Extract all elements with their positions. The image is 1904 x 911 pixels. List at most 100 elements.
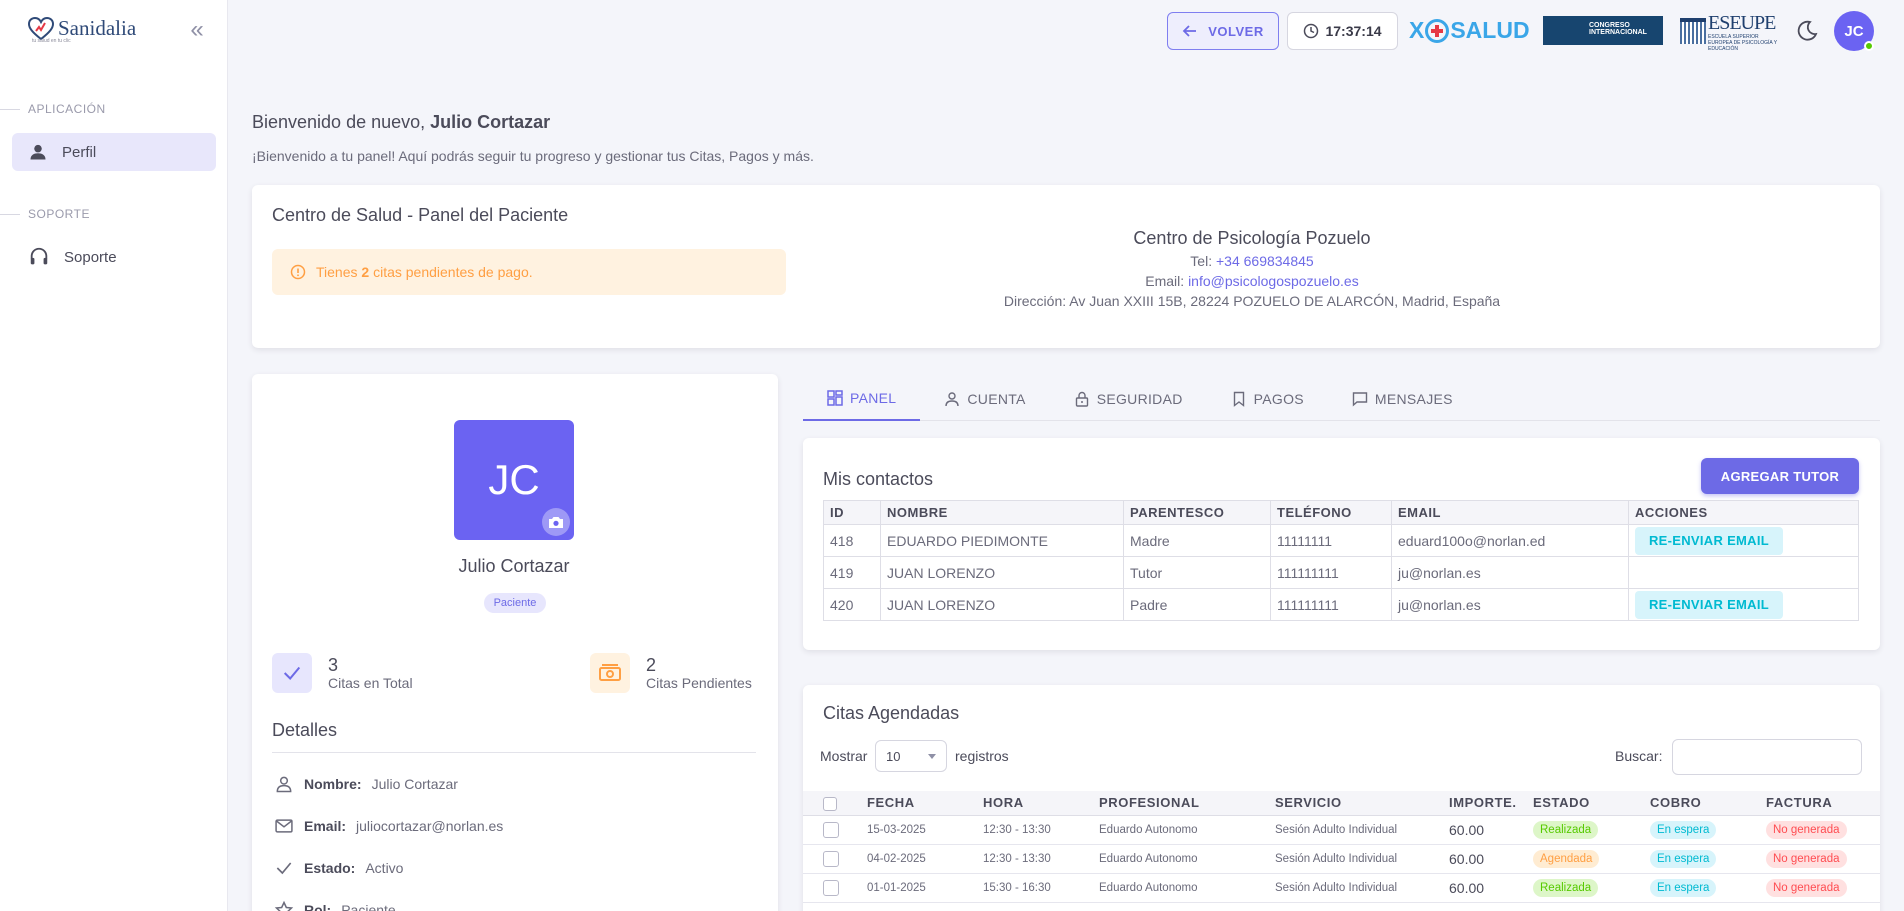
detail-value: juliocortazar@norlan.es — [356, 818, 504, 834]
page-size-select[interactable]: 10 — [875, 740, 947, 772]
tab-seguridad[interactable]: SEGURIDAD — [1050, 376, 1207, 421]
user-outline-icon — [276, 776, 292, 793]
center-email: Email: info@psicologospozuelo.es — [1145, 273, 1359, 289]
records-label: registros — [955, 748, 1009, 764]
user-avatar-initials: JC — [1844, 22, 1864, 40]
detail-key: Estado: — [304, 860, 356, 876]
eseupe-logo[interactable]: ESEUPE ESCUELA SUPERIOR EUROPEA DE PSICO… — [1680, 12, 1777, 52]
status-badge: Agendada — [1533, 849, 1600, 868]
row-checkbox[interactable] — [823, 850, 839, 867]
resend-email-button[interactable]: RE-ENVIAR EMAIL — [1635, 526, 1783, 555]
user-avatar[interactable]: JC — [1834, 11, 1874, 51]
sidebar-item-label: Perfil — [62, 143, 97, 161]
lock-icon — [1075, 391, 1088, 407]
stat-total-citas: 3 Citas en Total — [272, 653, 413, 693]
cita-estado-cell: Realizada — [1525, 873, 1642, 903]
contact-actions: RE-ENVIAR EMAIL — [1628, 588, 1859, 621]
congreso-logo-text: CONGRESO INTERNACIONAL — [1589, 22, 1647, 36]
tab-pagos[interactable]: PAGOS — [1207, 376, 1328, 421]
column-header[interactable]: PROFESIONAL — [1091, 791, 1267, 816]
back-button[interactable]: VOLVER — [1167, 12, 1279, 50]
tab-mensajes[interactable]: MENSAJES — [1328, 376, 1477, 421]
column-header[interactable]: ID — [823, 500, 881, 525]
select-all-checkbox[interactable] — [823, 796, 837, 811]
cita-factura-cell: No generada — [1758, 844, 1880, 874]
tab-label: SEGURIDAD — [1096, 390, 1183, 407]
row-checkbox[interactable] — [823, 879, 839, 896]
detail-key: Email: — [304, 818, 347, 834]
center-card: Centro de Salud - Panel del Paciente Tie… — [252, 185, 1880, 348]
welcome-name: Julio Cortazar — [430, 112, 551, 132]
center-info: Centro de Psicología Pozuelo Tel: +34 66… — [852, 225, 1652, 311]
user-icon — [30, 144, 46, 160]
search-input[interactable] — [1672, 739, 1862, 775]
column-header[interactable]: NOMBRE — [880, 500, 1124, 525]
arrow-left-icon — [1182, 25, 1197, 37]
contact-phone: 11111111 — [1270, 524, 1392, 557]
profile-tabs: PANEL CUENTA SEGURIDAD PAGOS MENSAJES — [803, 376, 1880, 421]
profile-name: Julio Cortazar — [458, 556, 570, 576]
cita-servicio: Sesión Adulto Individual — [1267, 844, 1441, 874]
clock: 17:37:14 — [1287, 12, 1398, 50]
tab-label: MENSAJES — [1374, 390, 1453, 407]
cita-cobro-cell: En espera — [1642, 815, 1758, 845]
invoice-badge: No generada — [1766, 820, 1847, 839]
column-header[interactable]: EMAIL — [1391, 500, 1629, 525]
contact-actions: RE-ENVIAR EMAIL — [1628, 524, 1859, 557]
contact-email: eduard100o@norlan.ed — [1391, 524, 1629, 557]
detail-row-rol: Rol: Paciente — [274, 900, 396, 911]
column-header[interactable]: SERVICIO — [1267, 791, 1441, 816]
center-email-link[interactable]: info@psicologospozuelo.es — [1188, 273, 1359, 289]
column-header[interactable]: COBRO — [1642, 791, 1758, 816]
center-phone-link[interactable]: +34 669834845 — [1216, 253, 1314, 269]
resend-email-button[interactable]: RE-ENVIAR EMAIL — [1635, 590, 1783, 619]
column-header[interactable]: ACCIONES — [1628, 500, 1859, 525]
detail-key: Nombre: — [304, 776, 362, 792]
cita-importe: 60.00 — [1441, 844, 1525, 874]
sidebar-item-perfil[interactable]: Perfil — [12, 133, 216, 171]
tab-cuenta[interactable]: CUENTA — [920, 376, 1049, 421]
contact-id: 419 — [823, 556, 881, 589]
detail-key: Rol: — [304, 902, 332, 911]
column-header[interactable]: TELÉFONO — [1270, 500, 1392, 525]
tab-label: CUENTA — [967, 390, 1026, 407]
payment-badge: En espera — [1650, 849, 1717, 868]
cita-factura-cell: No generada — [1758, 873, 1880, 903]
row-select-cell — [803, 844, 859, 874]
cita-profesional: Eduardo Autonomo — [1091, 815, 1267, 845]
add-tutor-button[interactable]: AGREGAR TUTOR — [1701, 458, 1859, 494]
center-address: Dirección: Av Juan XXIII 15B, 28224 POZU… — [1003, 293, 1501, 309]
pending-payment-alert: Tienes 2 citas pendientes de pago. — [272, 249, 786, 295]
column-header[interactable]: FECHA — [859, 791, 975, 816]
column-header[interactable]: PARENTESCO — [1123, 500, 1271, 525]
welcome-prefix: Bienvenido de nuevo, — [252, 112, 431, 132]
congreso-logo[interactable]: CONGRESO INTERNACIONAL — [1543, 16, 1663, 45]
xosalud-logo-left: X — [1409, 17, 1425, 43]
sidebar: Sanidalia tu salud en tu clic « APLICACI… — [0, 0, 228, 911]
eseupe-logo-text: ESEUPE — [1708, 12, 1776, 34]
xosalud-logo[interactable]: X SALUD — [1409, 17, 1530, 44]
table-row: 04-02-2025 12:30 - 13:30 Eduardo Autonom… — [803, 844, 1880, 874]
contact-name: EDUARDO PIEDIMONTE — [880, 524, 1124, 557]
chevron-down-icon — [928, 754, 936, 759]
moon-icon[interactable] — [1795, 19, 1819, 43]
contact-phone: 111111111 — [1270, 556, 1392, 589]
column-header[interactable]: HORA — [975, 791, 1091, 816]
column-header[interactable]: ESTADO — [1525, 791, 1642, 816]
camera-icon[interactable] — [542, 508, 570, 536]
center-name: Centro de Psicología Pozuelo — [1133, 228, 1371, 248]
column-header[interactable]: FACTURA — [1758, 791, 1880, 816]
tab-panel[interactable]: PANEL — [803, 376, 921, 421]
cita-estado-cell: Realizada — [1525, 815, 1642, 845]
search-label: Buscar: — [1615, 748, 1663, 764]
headset-icon — [30, 247, 48, 265]
sidebar-item-soporte[interactable]: Soporte — [12, 238, 216, 276]
table-row: 01-01-2025 15:30 - 16:30 Eduardo Autonom… — [803, 873, 1880, 903]
contact-id: 420 — [823, 588, 881, 621]
contact-name: JUAN LORENZO — [880, 588, 1124, 621]
cita-profesional: Eduardo Autonomo — [1091, 873, 1267, 903]
invoice-badge: No generada — [1766, 849, 1847, 868]
row-checkbox[interactable] — [823, 821, 839, 838]
contact-relationship: Padre — [1123, 588, 1271, 621]
column-header[interactable]: IMPORTE. — [1441, 791, 1525, 816]
